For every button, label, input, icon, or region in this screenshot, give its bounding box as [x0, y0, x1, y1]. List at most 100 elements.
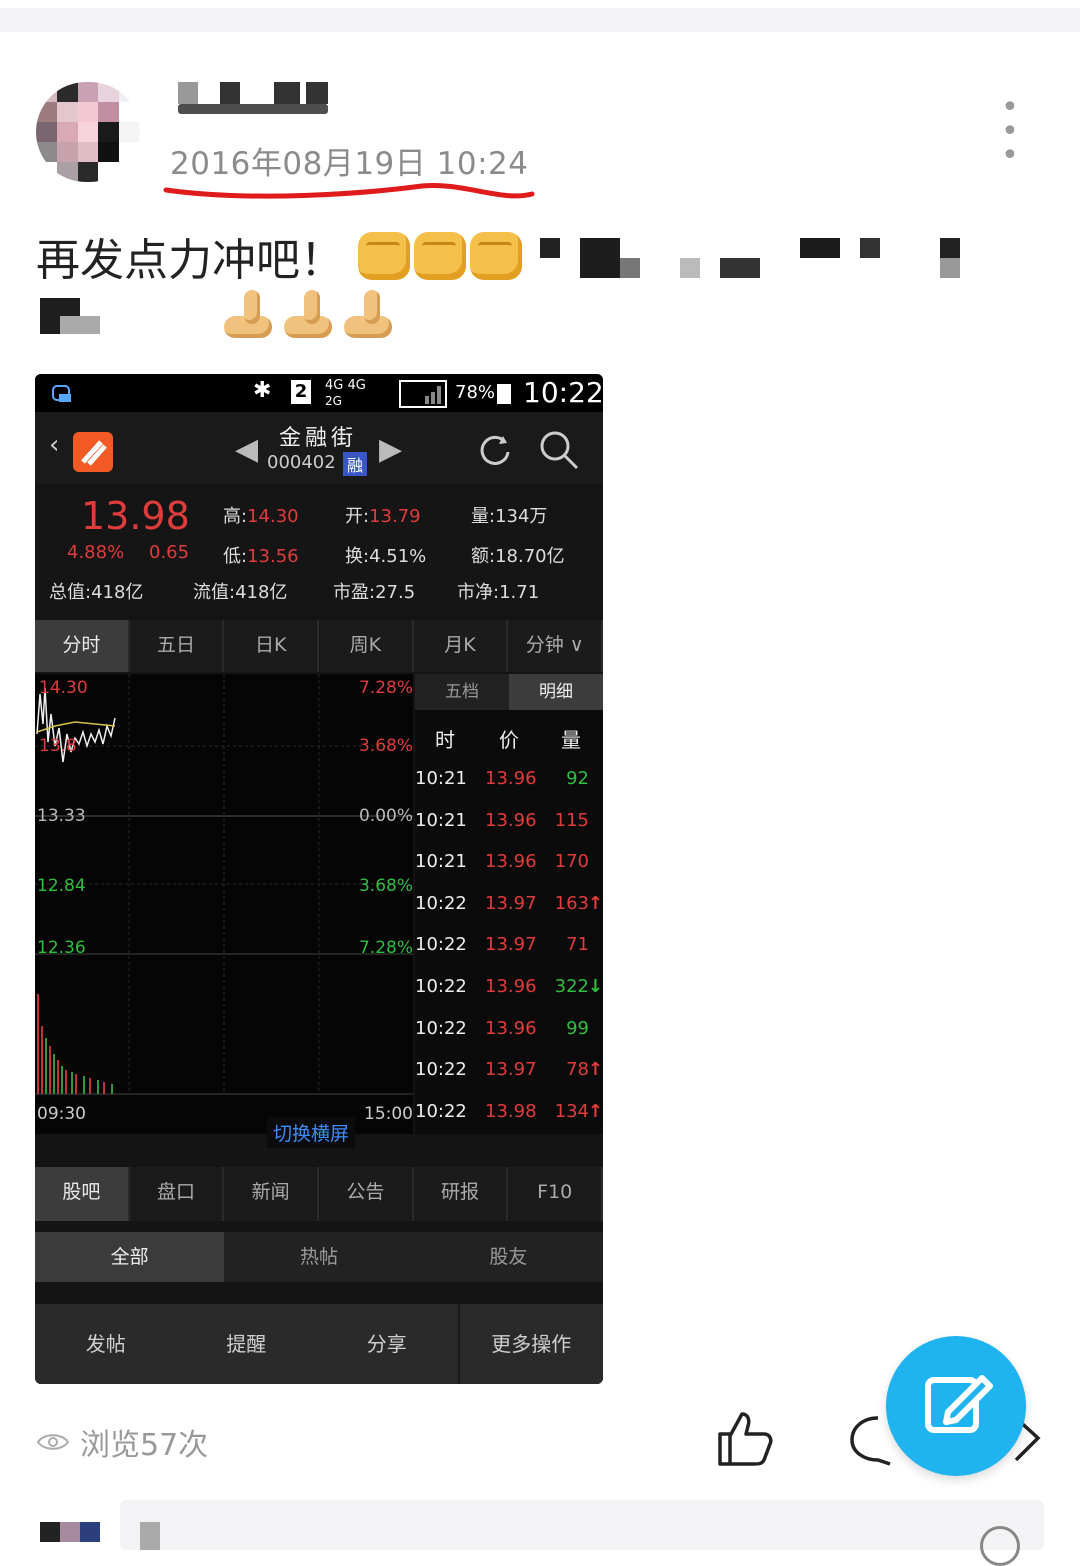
remind-button[interactable]: 提醒 [177, 1304, 317, 1384]
trade-volume: 78 [566, 1059, 589, 1081]
trade-price: 13.96 [485, 1017, 537, 1039]
author-avatar[interactable] [36, 82, 140, 182]
tab-trade-detail[interactable]: 明细 [509, 674, 603, 710]
view-count-text: 浏览57次 [80, 1428, 209, 1463]
amount-value: 18.70亿 [495, 546, 565, 567]
tab-announcements[interactable]: 公告 [319, 1167, 414, 1221]
y-label-low: 12.36 [37, 938, 86, 958]
tab-pankou[interactable]: 盘口 [130, 1167, 225, 1221]
trade-time: 10:22 [415, 1100, 467, 1122]
trade-row: 10:22 13.98 134 ↑ [415, 1093, 603, 1135]
mktcap-label: 总值: [49, 582, 92, 603]
like-icon[interactable] [714, 1408, 774, 1468]
trade-price: 13.97 [485, 934, 537, 956]
prev-stock-icon[interactable]: ◀ [235, 432, 258, 467]
post-button[interactable]: 发帖 [35, 1304, 177, 1384]
clock: 10:22 [523, 376, 603, 409]
stock-app-screenshot[interactable]: ✱ 2 4G 4G 2G 78% 10:22 ‹ ◀ 金融街 000402 融 … [35, 374, 603, 1384]
clock-icon[interactable] [980, 1526, 1020, 1566]
back-icon[interactable]: ‹ [49, 430, 59, 460]
change-percent: 4.88% [67, 542, 125, 563]
trade-time: 10:21 [415, 851, 467, 873]
pct-label-upper: 3.68% [358, 736, 413, 756]
volume-value: 134万 [495, 506, 548, 527]
turnover-label: 换: [345, 546, 370, 567]
tab-guba[interactable]: 股吧 [35, 1167, 130, 1221]
tab-weekly-k[interactable]: 周K [319, 620, 414, 672]
stock-name: 金融街 [279, 426, 358, 451]
trade-volume: 99 [566, 1017, 589, 1039]
arrow-up-icon: ↑ [587, 1100, 603, 1122]
trade-row: 10:22 13.96 322 ↓ [415, 968, 603, 1010]
tab-monthly-k[interactable]: 月K [414, 620, 509, 672]
commenter-avatar[interactable] [40, 1522, 100, 1542]
trade-row: 10:22 13.97 78 ↑ [415, 1051, 603, 1093]
y-label-upper: 13.8 [39, 736, 77, 756]
trade-price: 13.97 [485, 1059, 537, 1081]
bluetooth-icon: ✱ [253, 378, 272, 403]
muscle-emoji-icon [340, 286, 396, 340]
high-value: 14.30 [247, 506, 299, 527]
y-label-high: 14.30 [39, 678, 88, 698]
low-label: 低: [223, 546, 248, 567]
header-time: 时 [435, 728, 455, 752]
edit-icon [925, 1375, 993, 1433]
red-underline-annotation [163, 182, 535, 199]
open-value: 13.79 [369, 506, 421, 527]
reply-input-bar[interactable] [120, 1500, 1044, 1566]
refresh-icon[interactable] [475, 430, 515, 470]
tab-hot[interactable]: 热帖 [224, 1232, 413, 1282]
trade-row: 10:22 13.97 163 ↑ [415, 885, 603, 927]
trade-time: 10:22 [415, 1017, 467, 1039]
tab-intraday[interactable]: 分时 [35, 620, 130, 672]
switch-landscape-link[interactable]: 切换横屏 [267, 1117, 356, 1148]
tab-five-day[interactable]: 五日 [130, 620, 225, 672]
pe-value: 27.5 [375, 582, 416, 603]
tab-news[interactable]: 新闻 [224, 1167, 320, 1221]
pct-label-high: 7.28% [358, 678, 413, 698]
trade-row: 10:21 13.96 115 [415, 802, 603, 844]
compose-fab[interactable] [886, 1336, 1026, 1476]
arrow-down-icon: ↓ [587, 976, 603, 997]
tab-order-book[interactable]: 五档 [415, 674, 509, 710]
more-actions-button[interactable]: 更多操作 [457, 1304, 604, 1384]
top-divider [0, 8, 1080, 32]
trade-row: 10:22 13.96 99 [415, 1010, 603, 1052]
more-options-icon[interactable]: • • • [986, 93, 1038, 171]
pb-label: 市净: [457, 582, 500, 603]
tab-research[interactable]: 研报 [414, 1167, 509, 1221]
content-tabs: 股吧 盘口 新闻 公告 研报 F10 [35, 1167, 603, 1221]
post-text: 再发点力冲吧！ [36, 224, 344, 288]
fist-emoji-icon [470, 232, 522, 280]
tab-f10[interactable]: F10 [508, 1167, 603, 1221]
search-icon[interactable] [537, 428, 581, 472]
tab-minute[interactable]: 分钟 ∨ [508, 620, 603, 672]
turnover-value: 4.51% [369, 546, 427, 567]
author-name-blurred[interactable] [178, 82, 338, 116]
share-button[interactable]: 分享 [316, 1304, 458, 1384]
high-label: 高: [223, 506, 248, 527]
arrow-up-icon: ↑ [587, 892, 603, 914]
trade-volume: 322 [554, 976, 589, 997]
intraday-chart[interactable]: 14.30 13.8 13.33 12.84 12.36 7.28% 3.68%… [35, 674, 413, 1134]
trade-row: 10:21 13.96 92 [415, 760, 603, 802]
float-label: 流值: [193, 582, 236, 603]
status-bar: ✱ 2 4G 4G 2G 78% 10:22 [35, 374, 603, 412]
trade-volume: 71 [566, 934, 589, 956]
trade-volume: 115 [554, 809, 589, 831]
pct-label-zero: 0.00% [358, 806, 413, 826]
mktcap-value: 418亿 [91, 582, 144, 603]
fist-emoji-icon [414, 232, 466, 280]
tab-daily-k[interactable]: 日K [224, 620, 320, 672]
next-stock-icon[interactable]: ▶ [379, 432, 402, 467]
trade-row: 10:21 13.96 170 [415, 843, 603, 885]
trade-time: 10:22 [415, 892, 467, 914]
network-2g-text: 2G [325, 394, 342, 408]
current-price: 13.98 [81, 494, 190, 538]
amount-label: 额: [471, 546, 496, 567]
muscle-emoji-icon [280, 286, 336, 340]
tab-friends[interactable]: 股友 [414, 1232, 603, 1282]
tab-all[interactable]: 全部 [35, 1232, 225, 1282]
fist-emoji-group [358, 232, 522, 280]
time-end: 15:00 [364, 1104, 413, 1124]
